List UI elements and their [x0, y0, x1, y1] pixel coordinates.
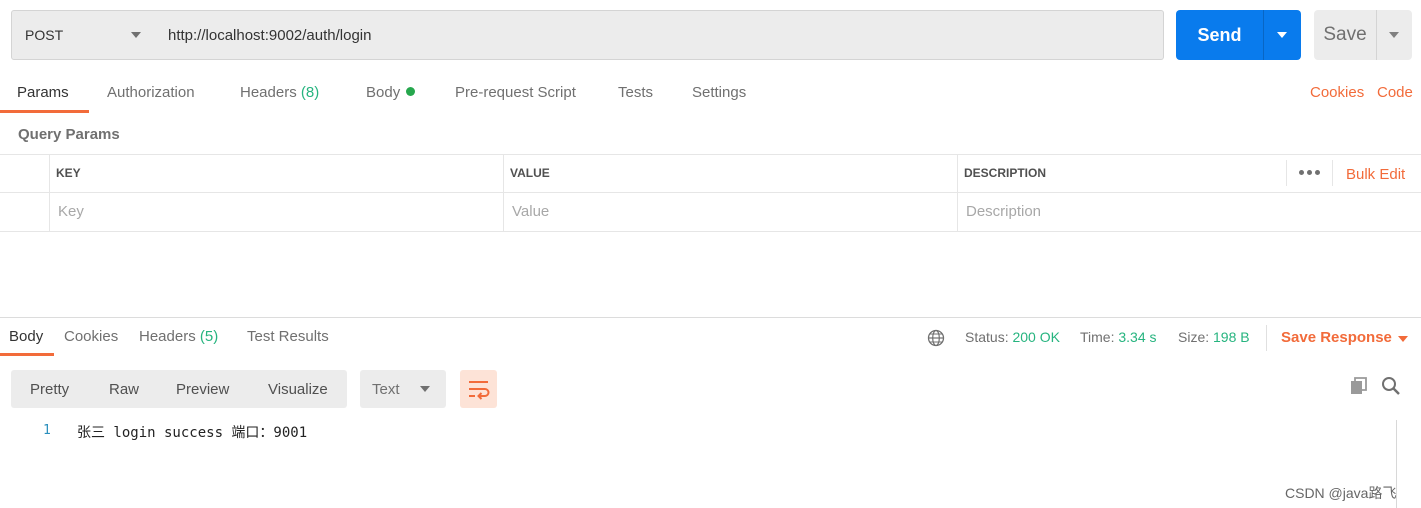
- active-tab-indicator: [0, 110, 89, 113]
- table-col-divider: [503, 154, 504, 231]
- format-visualize-button[interactable]: Visualize: [268, 381, 328, 398]
- format-preview-button[interactable]: Preview: [176, 381, 229, 398]
- url-value: http://localhost:9002/auth/login: [168, 26, 372, 44]
- tab-prerequest-script[interactable]: Pre-request Script: [455, 84, 576, 101]
- save-label: Save: [1323, 24, 1367, 45]
- globe-icon[interactable]: [927, 329, 945, 347]
- tab-response-headers[interactable]: Headers (5): [139, 328, 218, 345]
- size-label: Size:: [1178, 329, 1210, 345]
- response-body-text: 张三 login success 端口：9001: [77, 425, 308, 441]
- column-header-description: DESCRIPTION: [964, 166, 1047, 180]
- tab-params[interactable]: Params: [17, 84, 69, 101]
- method-select[interactable]: POST: [11, 10, 156, 60]
- tab-body[interactable]: Body: [366, 84, 416, 101]
- chevron-down-icon: [1389, 32, 1399, 38]
- table-col-divider: [957, 154, 958, 231]
- wrap-lines-icon: [469, 381, 490, 400]
- chevron-down-icon: [1277, 32, 1287, 38]
- line-number: 1: [43, 423, 51, 438]
- url-input[interactable]: http://localhost:9002/auth/login: [155, 10, 1164, 60]
- cookies-link[interactable]: Cookies: [1310, 84, 1364, 101]
- tab-headers[interactable]: Headers (8): [240, 84, 319, 101]
- search-icon[interactable]: [1381, 376, 1401, 396]
- time-label: Time:: [1080, 329, 1115, 345]
- chevron-down-icon: [420, 386, 430, 392]
- save-response-button[interactable]: Save Response: [1281, 329, 1392, 346]
- bulk-edit-link[interactable]: Bulk Edit: [1346, 166, 1405, 183]
- active-response-tab-indicator: [0, 353, 54, 356]
- copy-icon[interactable]: [1349, 376, 1369, 396]
- tab-authorization[interactable]: Authorization: [107, 84, 195, 101]
- format-raw-button[interactable]: Raw: [109, 381, 139, 398]
- chevron-down-icon[interactable]: [1398, 336, 1408, 342]
- more-options-icon[interactable]: [1299, 170, 1320, 175]
- send-button[interactable]: Send: [1176, 10, 1301, 60]
- tab-headers-label: Headers: [240, 84, 297, 101]
- table-header-border: [0, 192, 1421, 193]
- column-header-value: VALUE: [510, 166, 550, 180]
- save-button[interactable]: Save: [1314, 10, 1412, 60]
- status-divider: [1266, 325, 1267, 351]
- param-value-input[interactable]: Value: [512, 203, 549, 220]
- param-description-input[interactable]: Description: [966, 203, 1041, 220]
- format-pretty-button[interactable]: Pretty: [30, 381, 69, 398]
- size-value: 198 B: [1213, 329, 1250, 345]
- code-link[interactable]: Code: [1377, 84, 1413, 101]
- table-col-divider: [1332, 160, 1333, 186]
- send-label: Send: [1197, 24, 1242, 45]
- size-readout: Size: 198 B: [1178, 329, 1250, 345]
- save-options-button[interactable]: [1377, 10, 1412, 60]
- status-label: Status:: [965, 329, 1009, 345]
- column-header-key: KEY: [56, 166, 81, 180]
- response-headers-count: (5): [199, 328, 219, 345]
- body-type-label: Text: [372, 381, 400, 398]
- time-value: 3.34 s: [1118, 329, 1157, 345]
- body-indicator-dot: [406, 87, 416, 96]
- tab-test-results[interactable]: Test Results: [247, 328, 329, 345]
- tab-tests[interactable]: Tests: [618, 84, 653, 101]
- query-params-title: Query Params: [18, 126, 120, 143]
- send-options-button[interactable]: [1264, 10, 1301, 60]
- format-toggle-group: Pretty Raw Preview Visualize: [11, 370, 347, 408]
- time-readout: Time: 3.34 s: [1080, 329, 1157, 345]
- tab-response-headers-label: Headers: [139, 328, 196, 345]
- param-key-input[interactable]: Key: [58, 203, 84, 220]
- chevron-down-icon: [131, 32, 141, 38]
- method-label: POST: [25, 27, 64, 43]
- tab-body-label: Body: [366, 84, 401, 101]
- tab-response-body[interactable]: Body: [9, 328, 43, 345]
- status-value: 200 OK: [1012, 329, 1060, 345]
- table-bottom-border: [0, 231, 1421, 232]
- tab-response-cookies[interactable]: Cookies: [64, 328, 118, 345]
- watermark: CSDN @java路飞: [1285, 485, 1397, 501]
- headers-count: (8): [300, 84, 320, 101]
- tab-settings[interactable]: Settings: [692, 84, 746, 101]
- table-top-border: [0, 154, 1421, 155]
- table-col-divider: [1286, 160, 1287, 186]
- body-type-select[interactable]: Text: [360, 370, 446, 408]
- wrap-lines-button[interactable]: [460, 370, 497, 408]
- response-divider: [0, 317, 1421, 318]
- table-col-divider: [49, 154, 50, 231]
- status-readout: Status: 200 OK: [965, 329, 1060, 345]
